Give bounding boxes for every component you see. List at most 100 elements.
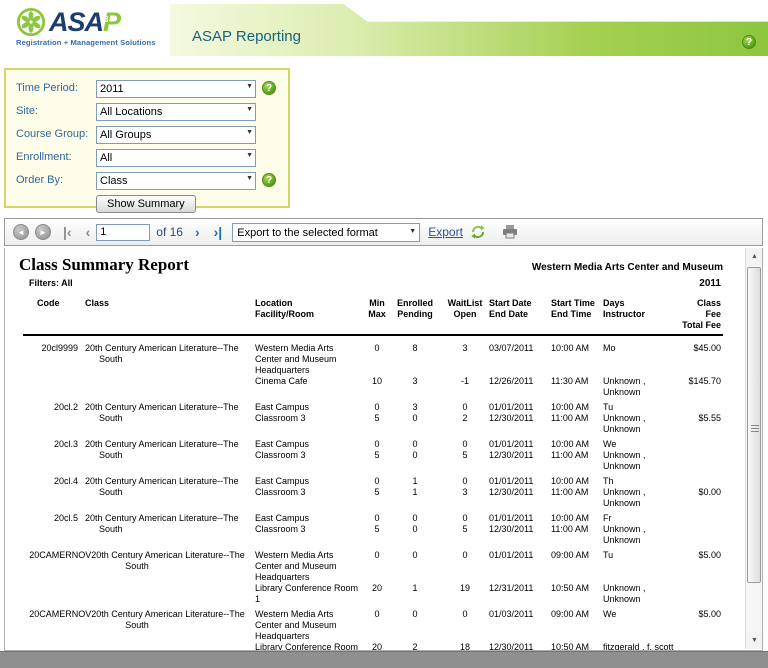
cell-waitlist: 0 (443, 609, 487, 642)
cell-max: 5 (367, 487, 387, 509)
filter-panel: Time Period: 2011 ▼ ? Site: All Location… (4, 68, 290, 208)
horizontal-scrollbar[interactable] (0, 651, 768, 668)
scrollbar-thumb[interactable] (747, 267, 761, 583)
banner-title: ASAP Reporting (192, 28, 301, 45)
row-line-2: Classroom 3 5 1 3 12/30/2011 11:00 AM Un… (255, 487, 745, 509)
cell-facility-room: Classroom 3 (255, 413, 367, 435)
next-page-icon[interactable]: › (195, 225, 200, 239)
cell-facility-room: Classroom 3 (255, 450, 367, 472)
back-icon[interactable]: ◄ (13, 224, 29, 240)
cell-max: 5 (367, 450, 387, 472)
order-by-help-icon[interactable]: ? (262, 173, 276, 187)
banner-help-icon[interactable]: ? (742, 35, 756, 49)
cell-end-date: 12/26/2011 (487, 376, 547, 398)
col-header-enrolled-pending: EnrolledPending (387, 298, 443, 331)
cell-waitlist: 0 (443, 439, 487, 450)
time-period-help-icon[interactable]: ? (262, 81, 276, 95)
cell-instructor: Unknown , Unknown (601, 487, 679, 509)
cell-end-time: 11:30 AM (547, 376, 601, 398)
cell-waitlist: 3 (443, 343, 487, 376)
table-row: 20cl.4 20th Century American Literature-… (19, 476, 745, 509)
cell-min: 0 (367, 609, 387, 642)
cell-min: 0 (367, 402, 387, 413)
cell-code: 20cl.3 (19, 439, 83, 472)
cell-class-fee (679, 402, 725, 413)
cell-end-date: 12/30/2011 (487, 524, 547, 546)
cell-end-time: 11:00 AM (547, 450, 601, 472)
cell-code: 20cl.4 (19, 476, 83, 509)
table-row: 20CAMERNOV20th Century American Literatu… (19, 550, 745, 605)
cell-total-fee: $5.55 (679, 413, 725, 435)
last-page-icon[interactable]: ›| (214, 225, 223, 239)
order-by-select-wrap: Class ▼ (96, 171, 256, 189)
scroll-down-icon[interactable]: ▼ (746, 632, 763, 649)
order-by-select[interactable]: Class (96, 172, 256, 190)
cell-max: 5 (367, 524, 387, 546)
cell-min: 0 (367, 550, 387, 583)
course-group-select[interactable]: All Groups (96, 126, 256, 144)
print-icon[interactable] (501, 223, 519, 241)
cell-open: 19 (443, 583, 487, 605)
table-header: Code Class LocationFacility/Room MinMax … (19, 298, 745, 331)
site-label: Site: (16, 105, 96, 117)
cell-start-time: 09:00 AM (547, 609, 601, 642)
cell-min: 0 (367, 343, 387, 376)
forward-icon[interactable]: ► (35, 224, 51, 240)
enrollment-label: Enrollment: (16, 151, 96, 163)
row-line-2: Library Conference Room 1 20 1 19 12/31/… (255, 583, 745, 605)
row-line-2: Library Conference Room 1 20 2 18 12/30/… (255, 642, 745, 651)
cell-max: 20 (367, 642, 387, 651)
cell-class: 20th Century American Literature--The So… (83, 476, 255, 509)
pinwheel-logo-icon (16, 7, 46, 37)
brand-tagline: Registration + Management Solutions (16, 38, 156, 47)
report-content: Class Summary Report Western Media Arts … (5, 248, 745, 651)
table-row: 20cl9999 20th Century American Literatur… (19, 343, 745, 398)
first-page-icon[interactable]: |‹ (63, 225, 72, 239)
scroll-up-icon[interactable]: ▲ (746, 248, 763, 265)
cell-code-class-combined: 20CAMERNOV20th Century American Literatu… (19, 550, 255, 605)
cell-open: -1 (443, 376, 487, 398)
cell-location: Western Media Arts Center and Museum Hea… (255, 609, 367, 642)
cell-code: 20cl9999 (19, 343, 83, 398)
cell-days: We (601, 609, 679, 642)
cell-start-date: 01/01/2011 (487, 476, 547, 487)
cell-enrolled: 0 (387, 550, 443, 583)
page-number-input[interactable] (96, 224, 150, 241)
cell-start-time: 10:00 AM (547, 476, 601, 487)
export-link[interactable]: Export (428, 225, 463, 239)
prev-page-icon[interactable]: ‹ (86, 225, 91, 239)
cell-class-fee: $5.00 (679, 550, 725, 583)
enrollment-select[interactable]: All (96, 149, 256, 167)
cell-facility-room: Library Conference Room 1 (255, 583, 367, 605)
col-header-waitlist-open: WaitListOpen (443, 298, 487, 331)
cell-max: 20 (367, 583, 387, 605)
cell-location: East Campus (255, 439, 367, 450)
cell-class: 20th Century American Literature--The So… (83, 439, 255, 472)
cell-start-date: 01/01/2011 (487, 513, 547, 524)
report-period: 2011 (699, 278, 745, 289)
report-title: Class Summary Report (19, 255, 532, 275)
row-line-1: East Campus 0 3 0 01/01/2011 10:00 AM Tu (255, 402, 745, 413)
cell-code: 20cl.2 (19, 402, 83, 435)
export-format-select[interactable]: Export to the selected format (232, 223, 420, 242)
table-row: 20cl.5 20th Century American Literature-… (19, 513, 745, 546)
order-by-label: Order By: (16, 174, 96, 186)
asap-logo: ASAP3 Registration + Management Solution… (16, 7, 156, 47)
cell-total-fee (679, 524, 725, 546)
show-summary-button[interactable]: Show Summary (96, 195, 196, 213)
cell-total-fee (679, 583, 725, 605)
site-select[interactable]: All Locations (96, 103, 256, 121)
cell-open: 5 (443, 524, 487, 546)
cell-min: 0 (367, 439, 387, 450)
cell-enrolled: 0 (387, 609, 443, 642)
export-format-select-wrap: Export to the selected format ▼ (232, 223, 420, 242)
refresh-icon[interactable] (469, 223, 487, 241)
cell-min: 0 (367, 513, 387, 524)
site-select-wrap: All Locations ▼ (96, 102, 256, 120)
cell-class-fee (679, 476, 725, 487)
cell-end-date: 12/30/2011 (487, 413, 547, 435)
row-line-1: East Campus 0 0 0 01/01/2011 10:00 AM We (255, 439, 745, 450)
cell-waitlist: 0 (443, 550, 487, 583)
cell-instructor: Unknown , Unknown (601, 583, 679, 605)
time-period-select[interactable]: 2011 (96, 80, 256, 98)
